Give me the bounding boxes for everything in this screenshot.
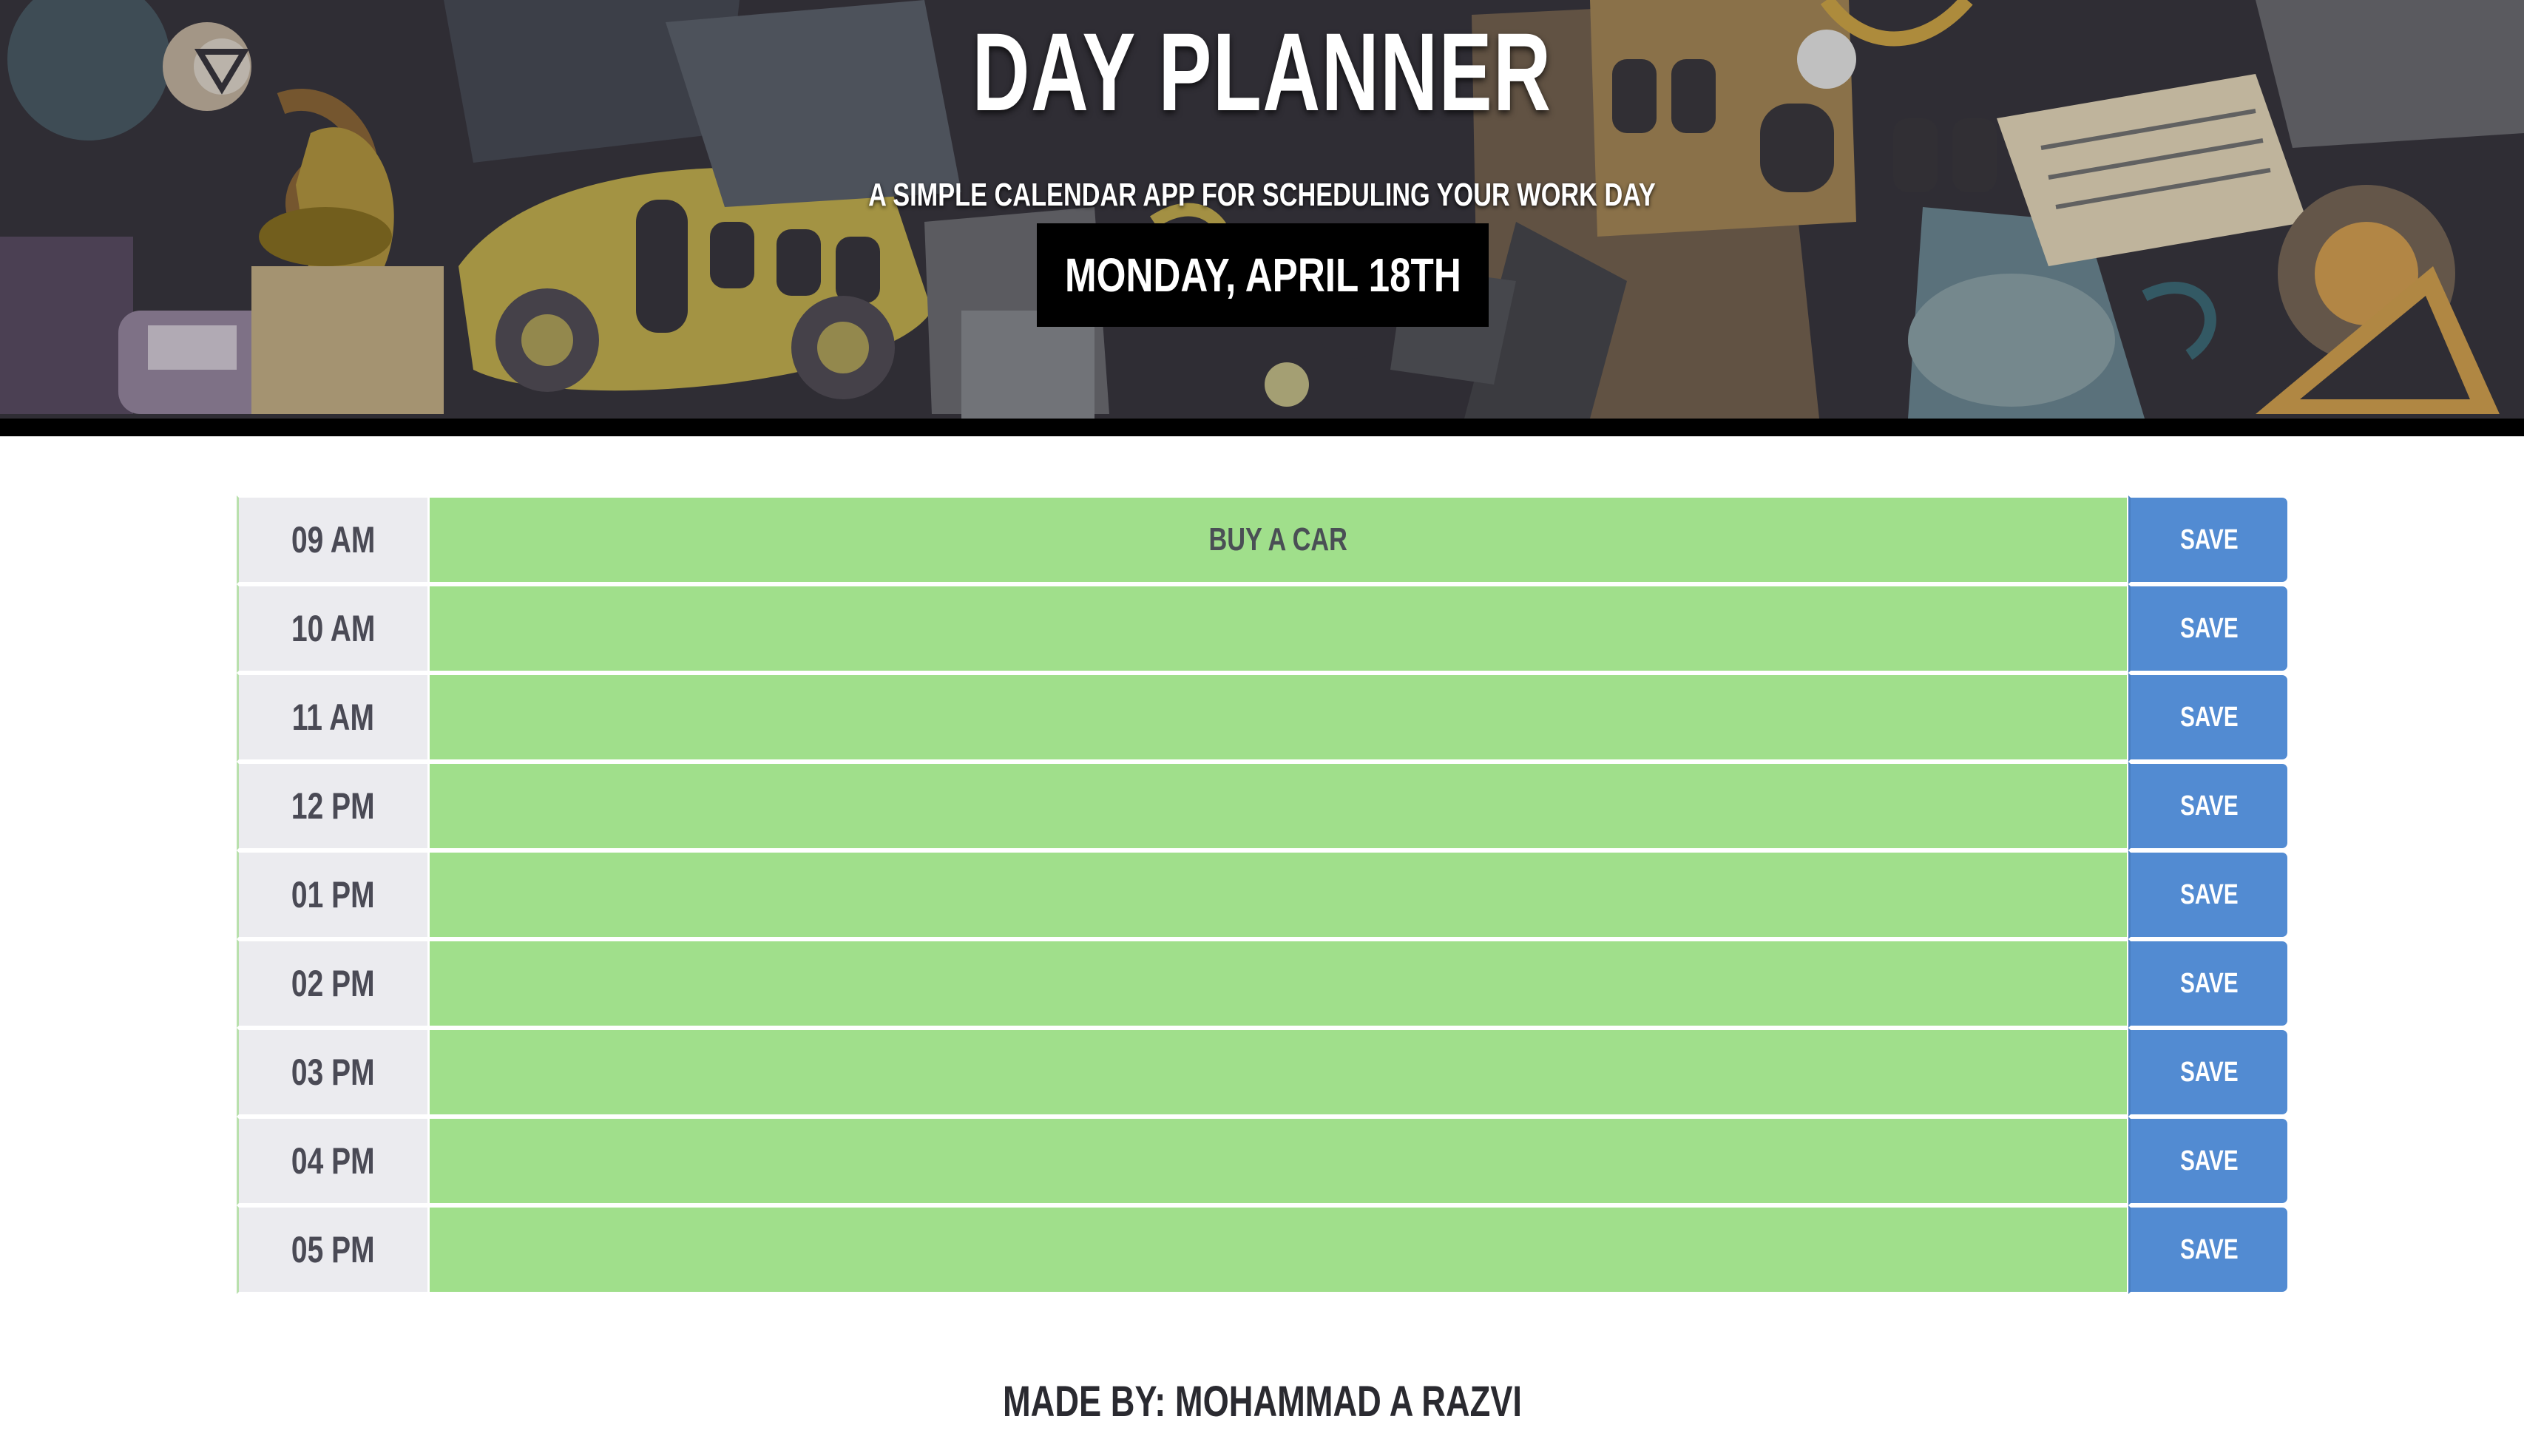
time-block-row: 02 PM SAVE (237, 939, 2290, 1028)
hour-label: 09 AM (237, 495, 427, 584)
task-textarea[interactable] (427, 1205, 2128, 1294)
hour-label: 02 PM (237, 939, 427, 1028)
current-date-box: MONDAY, APRIL 18TH (1037, 223, 1489, 327)
task-textarea[interactable] (427, 1117, 2128, 1205)
save-button[interactable]: SAVE (2128, 584, 2290, 673)
page-subtitle: A SIMPLE CALENDAR APP FOR SCHEDULING YOU… (868, 177, 1656, 213)
planner-table: 09 AM BUY A CAR SAVE 10 AM SAVE 11 AM SA… (237, 495, 2290, 1294)
save-button[interactable]: SAVE (2128, 1205, 2290, 1294)
task-textarea[interactable] (427, 673, 2128, 762)
task-textarea[interactable]: BUY A CAR (427, 495, 2128, 584)
save-button[interactable]: SAVE (2128, 762, 2290, 850)
time-block-row: 11 AM SAVE (237, 673, 2290, 762)
hour-label: 01 PM (237, 850, 427, 939)
save-button[interactable]: SAVE (2128, 1117, 2290, 1205)
hour-label: 10 AM (237, 584, 427, 673)
header-banner: DAY PLANNER A SIMPLE CALENDAR APP FOR SC… (0, 0, 2524, 436)
save-button[interactable]: SAVE (2128, 673, 2290, 762)
task-textarea[interactable] (427, 850, 2128, 939)
time-block-row: 12 PM SAVE (237, 762, 2290, 850)
time-block-row: 05 PM SAVE (237, 1205, 2290, 1294)
hour-label: 11 AM (237, 673, 427, 762)
save-button[interactable]: SAVE (2128, 495, 2290, 584)
save-button[interactable]: SAVE (2128, 939, 2290, 1028)
current-date: MONDAY, APRIL 18TH (1064, 248, 1461, 302)
time-block-row: 09 AM BUY A CAR SAVE (237, 495, 2290, 584)
hour-label: 03 PM (237, 1028, 427, 1117)
hour-label: 12 PM (237, 762, 427, 850)
time-block-row: 01 PM SAVE (237, 850, 2290, 939)
footer-credit: MADE BY: MOHAMMAD A RAZVI (1002, 1378, 1522, 1426)
task-textarea[interactable] (427, 939, 2128, 1028)
time-block-row: 03 PM SAVE (237, 1028, 2290, 1117)
task-textarea[interactable] (427, 1028, 2128, 1117)
hour-label: 05 PM (237, 1205, 427, 1294)
page-title: DAY PLANNER (972, 10, 1552, 134)
task-textarea[interactable] (427, 762, 2128, 850)
task-textarea[interactable] (427, 584, 2128, 673)
hour-label: 04 PM (237, 1117, 427, 1205)
time-block-row: 04 PM SAVE (237, 1117, 2290, 1205)
time-block-row: 10 AM SAVE (237, 584, 2290, 673)
save-button[interactable]: SAVE (2128, 850, 2290, 939)
save-button[interactable]: SAVE (2128, 1028, 2290, 1117)
